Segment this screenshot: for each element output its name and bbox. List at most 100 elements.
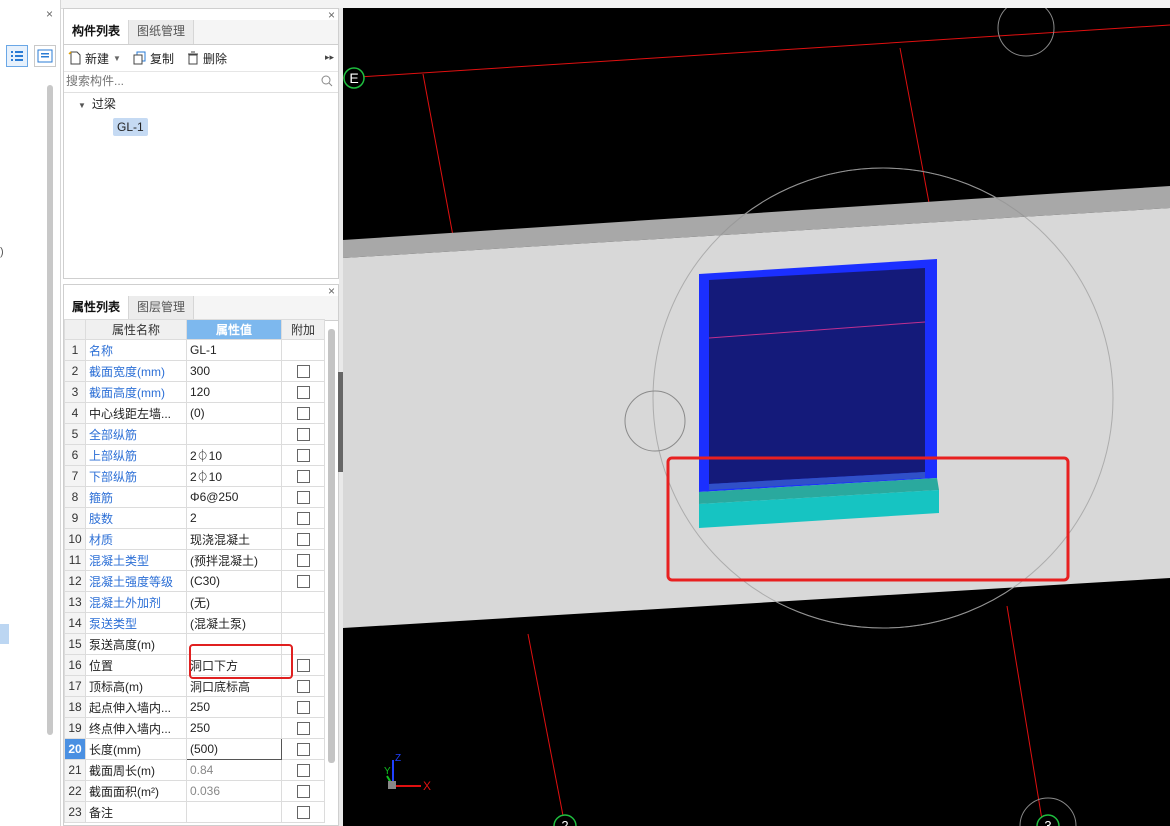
property-value[interactable] — [186, 801, 282, 823]
detail-view-icon[interactable] — [34, 45, 56, 67]
tab-property-list[interactable]: 属性列表 — [64, 296, 130, 320]
property-value[interactable]: (0) — [186, 402, 282, 424]
property-row[interactable]: 23 备注 — [64, 801, 325, 823]
property-name: 上部纵筋 — [85, 444, 187, 466]
component-search[interactable] — [64, 72, 338, 93]
list-view-icon[interactable] — [6, 45, 28, 67]
tree-group-guoliang[interactable]: ▼ 过梁 — [78, 95, 116, 112]
property-value[interactable] — [186, 423, 282, 445]
property-row[interactable]: 13 混凝土外加剂 (无) — [64, 591, 325, 613]
property-value[interactable]: 现浇混凝土 — [186, 528, 282, 550]
property-scrollbar[interactable] — [328, 329, 335, 763]
property-row[interactable]: 1 名称 GL-1 — [64, 339, 325, 361]
property-value[interactable]: (C30) — [186, 570, 282, 592]
extra-checkbox[interactable] — [296, 659, 310, 673]
property-row[interactable]: 7 下部纵筋 2⏀10 — [64, 465, 325, 487]
tab-layer-management[interactable]: 图层管理 — [129, 296, 195, 320]
extra-checkbox[interactable] — [296, 785, 310, 799]
extra-checkbox[interactable] — [296, 491, 310, 505]
property-row[interactable]: 21 截面周长(m) 0.84 — [64, 759, 325, 781]
search-icon[interactable] — [321, 75, 333, 87]
property-row[interactable]: 8 箍筋 Φ6@250 — [64, 486, 325, 508]
search-input[interactable] — [64, 72, 308, 90]
overflow-arrow-icon[interactable]: ▸▸ — [325, 52, 334, 63]
property-value[interactable]: 2⏀10 — [186, 444, 282, 466]
property-row[interactable]: 3 截面高度(mm) 120 — [64, 381, 325, 403]
property-row[interactable]: 18 起点伸入墙内... 250 — [64, 696, 325, 718]
property-extra — [281, 696, 325, 718]
row-number: 19 — [64, 717, 86, 739]
window-glass — [709, 268, 925, 484]
property-extra — [281, 549, 325, 571]
row-number: 15 — [64, 633, 86, 655]
property-value[interactable]: 300 — [186, 360, 282, 382]
property-row[interactable]: 20 长度(mm) (500) — [64, 738, 325, 760]
property-value[interactable]: 0.84 — [186, 759, 282, 781]
close-icon[interactable]: × — [46, 8, 53, 20]
extra-checkbox[interactable] — [296, 575, 310, 589]
property-row[interactable]: 22 截面面积(m²) 0.036 — [64, 780, 325, 802]
property-row[interactable]: 2 截面宽度(mm) 300 — [64, 360, 325, 382]
property-name: 混凝土外加剂 — [85, 591, 187, 613]
component-tabs: 构件列表 图纸管理 — [64, 20, 338, 45]
extra-checkbox[interactable] — [296, 386, 310, 400]
property-value[interactable]: 250 — [186, 696, 282, 718]
close-icon[interactable]: × — [328, 9, 335, 21]
property-row[interactable]: 5 全部纵筋 — [64, 423, 325, 445]
property-value[interactable]: 250 — [186, 717, 282, 739]
extra-checkbox[interactable] — [296, 533, 310, 547]
property-row[interactable]: 12 混凝土强度等级 (C30) — [64, 570, 325, 592]
property-extra — [281, 381, 325, 403]
property-value[interactable]: 120 — [186, 381, 282, 403]
left-panel-scrollbar[interactable] — [47, 85, 53, 735]
axis-label-3: 3 — [1044, 818, 1051, 826]
tree-expand-icon[interactable]: ▼ — [78, 101, 86, 110]
property-name: 位置 — [85, 654, 187, 676]
property-value[interactable]: 0.036 — [186, 780, 282, 802]
viewport-3d[interactable]: E 2 3 Z Y X — [343, 8, 1170, 826]
property-row[interactable]: 11 混凝土类型 (预拌混凝土) — [64, 549, 325, 571]
property-row[interactable]: 14 泵送类型 (混凝土泵) — [64, 612, 325, 634]
property-row[interactable]: 10 材质 现浇混凝土 — [64, 528, 325, 550]
extra-checkbox[interactable] — [296, 764, 310, 778]
extra-checkbox[interactable] — [296, 512, 310, 526]
property-name: 截面周长(m) — [85, 759, 187, 781]
tab-drawing-management[interactable]: 图纸管理 — [129, 20, 195, 44]
row-number: 5 — [64, 423, 86, 445]
property-extra — [281, 465, 325, 487]
new-button[interactable]: 新建 ▼ — [68, 50, 121, 67]
copy-button[interactable]: 复制 — [133, 50, 174, 67]
extra-checkbox[interactable] — [296, 743, 310, 757]
property-value[interactable]: (500) — [186, 738, 282, 760]
extra-checkbox[interactable] — [296, 428, 310, 442]
extra-checkbox[interactable] — [296, 806, 310, 820]
extra-checkbox[interactable] — [296, 407, 310, 421]
property-row[interactable]: 6 上部纵筋 2⏀10 — [64, 444, 325, 466]
delete-button-label: 删除 — [202, 51, 227, 66]
property-value[interactable]: 2 — [186, 507, 282, 529]
extra-checkbox[interactable] — [296, 701, 310, 715]
row-number: 3 — [64, 381, 86, 403]
close-icon[interactable]: × — [328, 285, 335, 297]
property-value[interactable]: (预拌混凝土) — [186, 549, 282, 571]
extra-checkbox[interactable] — [296, 470, 310, 484]
chevron-down-icon[interactable]: ▼ — [113, 54, 121, 63]
tab-component-list[interactable]: 构件列表 — [64, 20, 130, 44]
tree-item-gl1[interactable]: GL-1 — [113, 118, 148, 136]
property-value[interactable]: GL-1 — [186, 339, 282, 361]
property-row[interactable]: 9 肢数 2 — [64, 507, 325, 529]
property-row[interactable]: 19 终点伸入墙内... 250 — [64, 717, 325, 739]
property-value[interactable]: (无) — [186, 591, 282, 613]
property-name: 全部纵筋 — [85, 423, 187, 445]
extra-checkbox[interactable] — [296, 365, 310, 379]
extra-checkbox[interactable] — [296, 554, 310, 568]
property-row[interactable]: 4 中心线距左墙... (0) — [64, 402, 325, 424]
extra-checkbox[interactable] — [296, 680, 310, 694]
extra-checkbox[interactable] — [296, 449, 310, 463]
property-value[interactable]: Φ6@250 — [186, 486, 282, 508]
property-extra — [281, 780, 325, 802]
extra-checkbox[interactable] — [296, 722, 310, 736]
property-value[interactable]: (混凝土泵) — [186, 612, 282, 634]
delete-button[interactable]: 删除 — [186, 50, 227, 67]
property-value[interactable]: 2⏀10 — [186, 465, 282, 487]
